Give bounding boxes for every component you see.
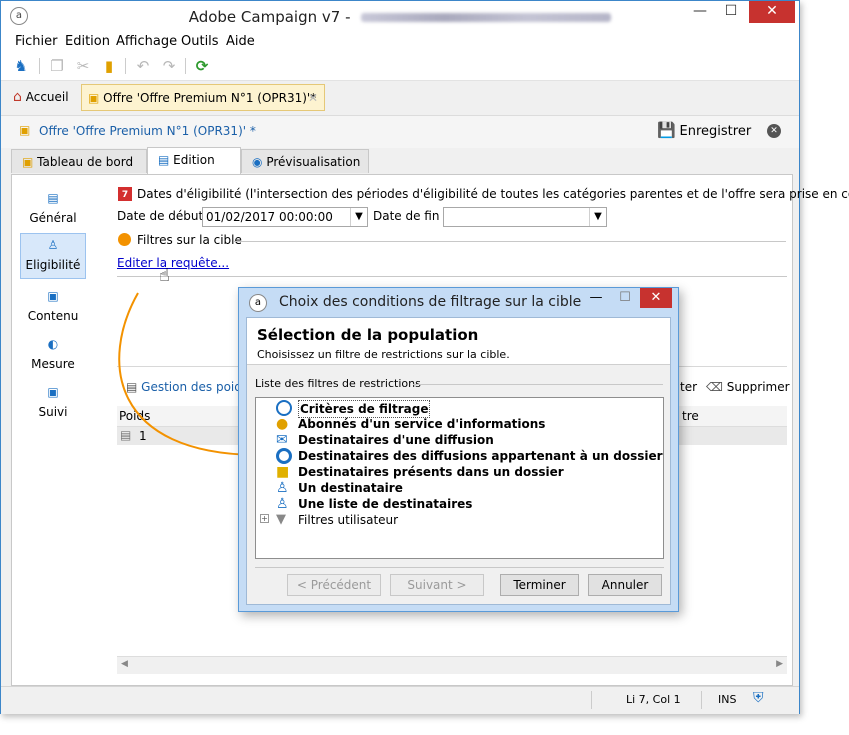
expand-icon[interactable]: + (260, 514, 269, 523)
dialog-heading: Sélection de la population (257, 326, 479, 344)
button-divider (255, 567, 664, 568)
funnel-icon: ▼ (276, 512, 286, 527)
filter-tree[interactable]: Critères de filtrage ● Abonnés d'un serv… (255, 397, 664, 559)
filter-list-label: Liste des filtres de restrictions (255, 377, 421, 390)
envelope-icon: ✉ (276, 432, 288, 448)
person-icon: ♙ (276, 480, 289, 496)
lifebuoy-icon (276, 448, 292, 464)
dialog-header: Sélection de la population Choisissez un… (247, 318, 670, 365)
people-icon: ♙ (276, 496, 289, 512)
subscriber-icon: ● (276, 416, 289, 432)
dialog-body: Sélection de la population Choisissez un… (246, 317, 671, 605)
dialog-close-button[interactable]: ✕ (640, 288, 672, 308)
filter-list-divider (413, 384, 663, 385)
filter-conditions-dialog: a Choix des conditions de filtrage sur l… (238, 287, 679, 612)
dialog-subheading: Choisissez un filtre de restrictions sur… (257, 348, 510, 361)
finish-button[interactable]: Terminer (500, 574, 579, 596)
dialog-minimize-button[interactable]: — (584, 290, 608, 310)
folder-icon: ■ (276, 464, 290, 480)
previous-button[interactable]: < Précédent (287, 574, 381, 596)
dialog-maximize-button[interactable]: ☐ (613, 290, 637, 310)
dialog-title: Choix des conditions de filtrage sur la … (279, 294, 582, 310)
dialog-app-icon: a (249, 294, 267, 312)
cancel-button[interactable]: Annuler (588, 574, 662, 596)
next-button[interactable]: Suivant > (390, 574, 484, 596)
filter-criteria-icon (276, 400, 292, 416)
